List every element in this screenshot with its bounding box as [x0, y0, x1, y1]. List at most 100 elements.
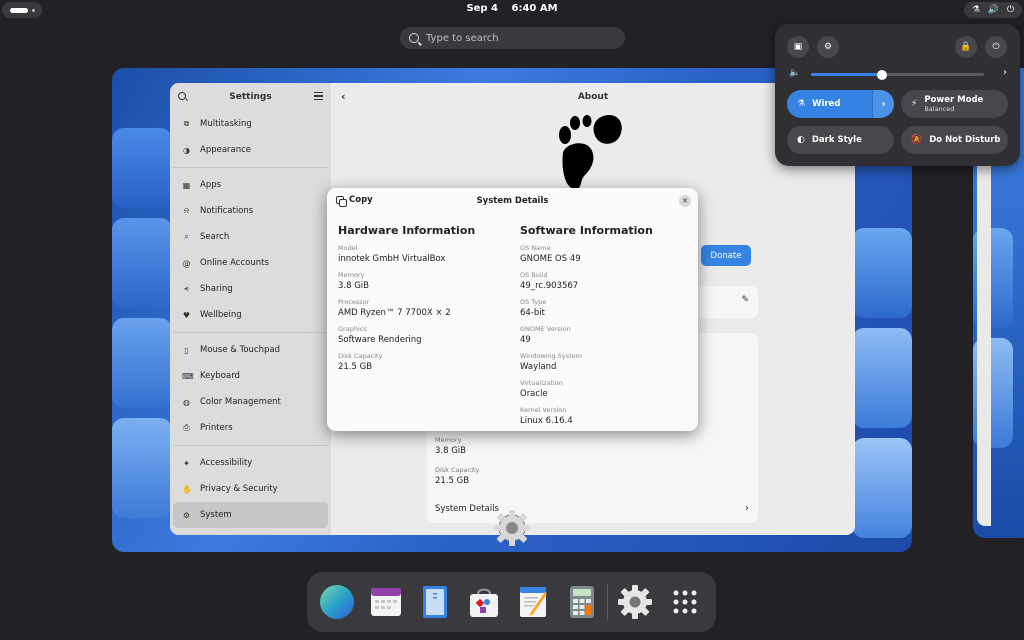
volume-icon: 🔈 [789, 68, 801, 78]
info-field-value: 64-bit [520, 308, 545, 318]
bell-icon: ⍾ [183, 206, 190, 215]
system-tray[interactable]: ⚗ 🔊 ⏻ [964, 2, 1022, 18]
wellbeing-icon: ♥ [182, 310, 191, 320]
sidebar-item-label: Multitasking [200, 119, 252, 129]
info-field-value: Linux 6.16.4 [520, 416, 573, 426]
wired-label: Wired [812, 99, 841, 109]
bell-off-icon: 🔕 [911, 135, 923, 145]
system-details-row[interactable]: System Details › [427, 496, 758, 522]
text-editor-icon[interactable] [515, 584, 551, 620]
sidebar-item-label: System [200, 510, 232, 520]
share-icon: ⪪ [184, 284, 189, 293]
edit-pencil-icon[interactable]: ✎ [741, 295, 749, 305]
files-icon[interactable] [417, 584, 453, 620]
search-bar[interactable] [400, 27, 625, 49]
info-field: Graphics Software Rendering [338, 325, 475, 352]
copy-button[interactable]: Copy [336, 195, 373, 207]
sidebar-item-system[interactable]: ⚙ System [173, 502, 328, 528]
info-field-value: Oracle [520, 389, 548, 399]
network-wired-icon: ⚗ [797, 99, 806, 109]
search-icon [409, 33, 419, 43]
sidebar-item-keyboard[interactable]: ⌨ Keyboard [173, 363, 328, 389]
clock[interactable]: Sep 4 6:40 AM [0, 3, 1024, 14]
disk-value: 21.5 GB [435, 476, 470, 486]
copy-icon [336, 196, 347, 207]
close-icon: ✕ [682, 197, 688, 205]
settings-icon[interactable] [617, 584, 653, 620]
menu-icon[interactable] [314, 92, 323, 100]
info-field-value: 49_rc.903567 [520, 281, 579, 291]
wallpaper-cube [112, 218, 172, 308]
sidebar-item-printers[interactable]: ⎙ Printers [173, 415, 328, 441]
power-mode-toggle[interactable]: ⚡ Power Mode Balanced [901, 90, 1008, 118]
wallpaper-cube [112, 128, 172, 208]
printer-icon: ⎙ [183, 423, 190, 432]
screenshot-button[interactable]: ▣ [787, 36, 809, 58]
screenshot-icon: ▣ [793, 42, 803, 52]
sidebar-item-wellbeing[interactable]: ♥ Wellbeing [173, 302, 328, 328]
dialog-title: System Details [476, 196, 549, 206]
sidebar-separator [173, 332, 328, 333]
sidebar-item-color-management[interactable]: ◍ Color Management [173, 389, 328, 415]
info-field-value: 21.5 GB [338, 362, 373, 372]
disk-summary: Disk Capacity 21.5 GB [435, 466, 479, 486]
sidebar-separator [173, 167, 328, 168]
wired-menu-arrow[interactable]: › [872, 90, 894, 118]
power-button[interactable]: ⏻ [985, 36, 1007, 58]
sidebar-item-mouse-touchpad[interactable]: ▯ Mouse & Touchpad [173, 337, 328, 363]
volume-slider-knob[interactable] [876, 69, 887, 80]
info-field: Processor AMD Ryzen™ 7 7700X × 2 [338, 298, 475, 325]
sidebar-item-label: Search [200, 232, 230, 242]
settings-button[interactable]: ⚙ [817, 36, 839, 58]
sidebar-item-label: Printers [200, 423, 233, 433]
hardware-fields: Model innotek GmbH VirtualBox Memory 3.8 Gi… [338, 244, 475, 379]
sidebar-item-label: Mouse & Touchpad [200, 345, 281, 355]
sidebar-item-multitasking[interactable]: ⧉ Multitasking [173, 111, 328, 137]
sidebar-item-privacy-security[interactable]: ✋ Privacy & Security [173, 476, 328, 502]
memory-summary: Memory 3.8 GiB [435, 436, 466, 456]
search-icon[interactable] [178, 92, 186, 100]
sidebar-item-notifications[interactable]: ⍾ Notifications [173, 198, 328, 224]
hardware-column: Hardware Information Model innotek GmbH V… [338, 224, 475, 379]
show-apps-icon[interactable] [667, 584, 703, 620]
calendar-icon[interactable] [368, 584, 404, 620]
sidebar-item-apps[interactable]: ▦ Apps [173, 172, 328, 198]
chevron-right-icon: › [745, 503, 749, 514]
info-field-value: innotek GmbH VirtualBox [338, 254, 446, 264]
sidebar-item-search[interactable]: ⌕ Search [173, 224, 328, 250]
dark-style-toggle[interactable]: ◐ Dark Style [787, 126, 894, 154]
mouse-icon: ▯ [184, 345, 189, 355]
info-field-value: 3.8 GiB [338, 281, 369, 291]
web-browser-icon[interactable] [319, 584, 355, 620]
power-icon: ⏻ [1006, 5, 1015, 15]
calculator-icon[interactable] [564, 584, 600, 620]
power-mode-icon: ⚡ [911, 99, 918, 109]
sidebar-item-online-accounts[interactable]: @ Online Accounts [173, 250, 328, 276]
info-field-label: OS Name [520, 244, 551, 252]
sidebar-item-sharing[interactable]: ⪪ Sharing [173, 276, 328, 302]
info-field: Model innotek GmbH VirtualBox [338, 244, 475, 271]
info-field-value: AMD Ryzen™ 7 7700X × 2 [338, 308, 451, 318]
dialog-header: Copy System Details ✕ [327, 188, 698, 214]
search-input[interactable] [426, 32, 606, 44]
sidebar-item-label: Wellbeing [200, 310, 242, 320]
software-icon[interactable] [466, 584, 502, 620]
lock-button[interactable]: 🔒 [955, 36, 977, 58]
close-button[interactable]: ✕ [679, 195, 691, 207]
info-field-label: Model [338, 244, 358, 252]
wired-toggle[interactable]: ⚗ Wired › [787, 90, 894, 118]
info-field: OS Type 64-bit [520, 298, 653, 325]
info-field: Disk Capacity 21.5 GB [338, 352, 475, 379]
copy-label: Copy [349, 195, 373, 205]
info-field-label: GNOME Version [520, 325, 571, 333]
back-arrow-icon[interactable]: ‹ [341, 90, 346, 103]
do-not-disturb-toggle[interactable]: 🔕 Do Not Disturb [901, 126, 1008, 154]
volume-slider[interactable] [811, 69, 984, 80]
sidebar-item-accessibility[interactable]: ✦ Accessibility [173, 450, 328, 476]
donate-button[interactable]: Donate [701, 245, 751, 266]
sidebar-item-appearance[interactable]: ◑ Appearance [173, 137, 328, 163]
sidebar-item-label: Accessibility [200, 458, 253, 468]
lock-icon: 🔒 [960, 42, 972, 52]
info-field-label: Memory [338, 271, 365, 279]
chevron-right-icon[interactable]: › [1003, 67, 1007, 78]
